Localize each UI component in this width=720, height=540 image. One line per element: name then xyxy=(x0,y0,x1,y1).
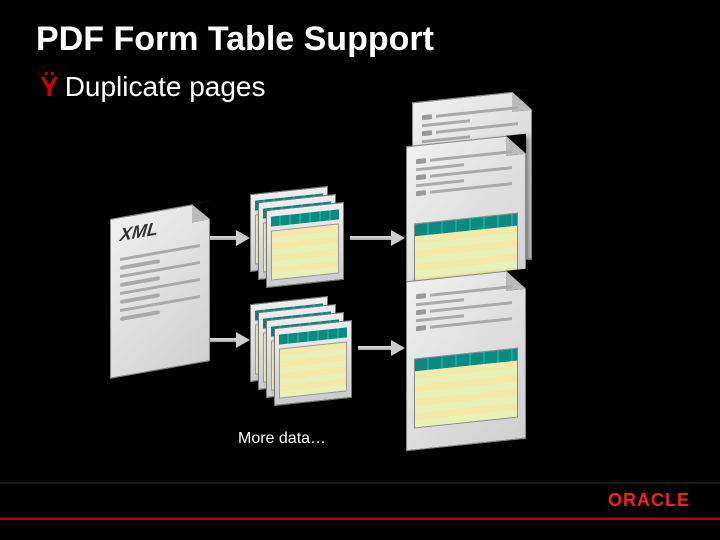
oracle-logo: ORACLE xyxy=(608,490,690,511)
footer-bar: ORACLE xyxy=(0,482,720,518)
pdf-output-bottom xyxy=(406,269,526,452)
bullet-item: Ÿ Duplicate pages xyxy=(0,59,720,103)
bullet-text: Duplicate pages xyxy=(65,71,266,103)
footer-accent-line xyxy=(0,518,720,520)
brand-name: ORACLE xyxy=(608,490,690,511)
diagram-caption: More data… xyxy=(238,430,326,448)
diagram: XML xyxy=(110,110,570,450)
bullet-marker: Ÿ xyxy=(40,71,59,103)
slide-title: PDF Form Table Support xyxy=(0,0,720,59)
xml-source-doc: XML xyxy=(110,201,210,379)
